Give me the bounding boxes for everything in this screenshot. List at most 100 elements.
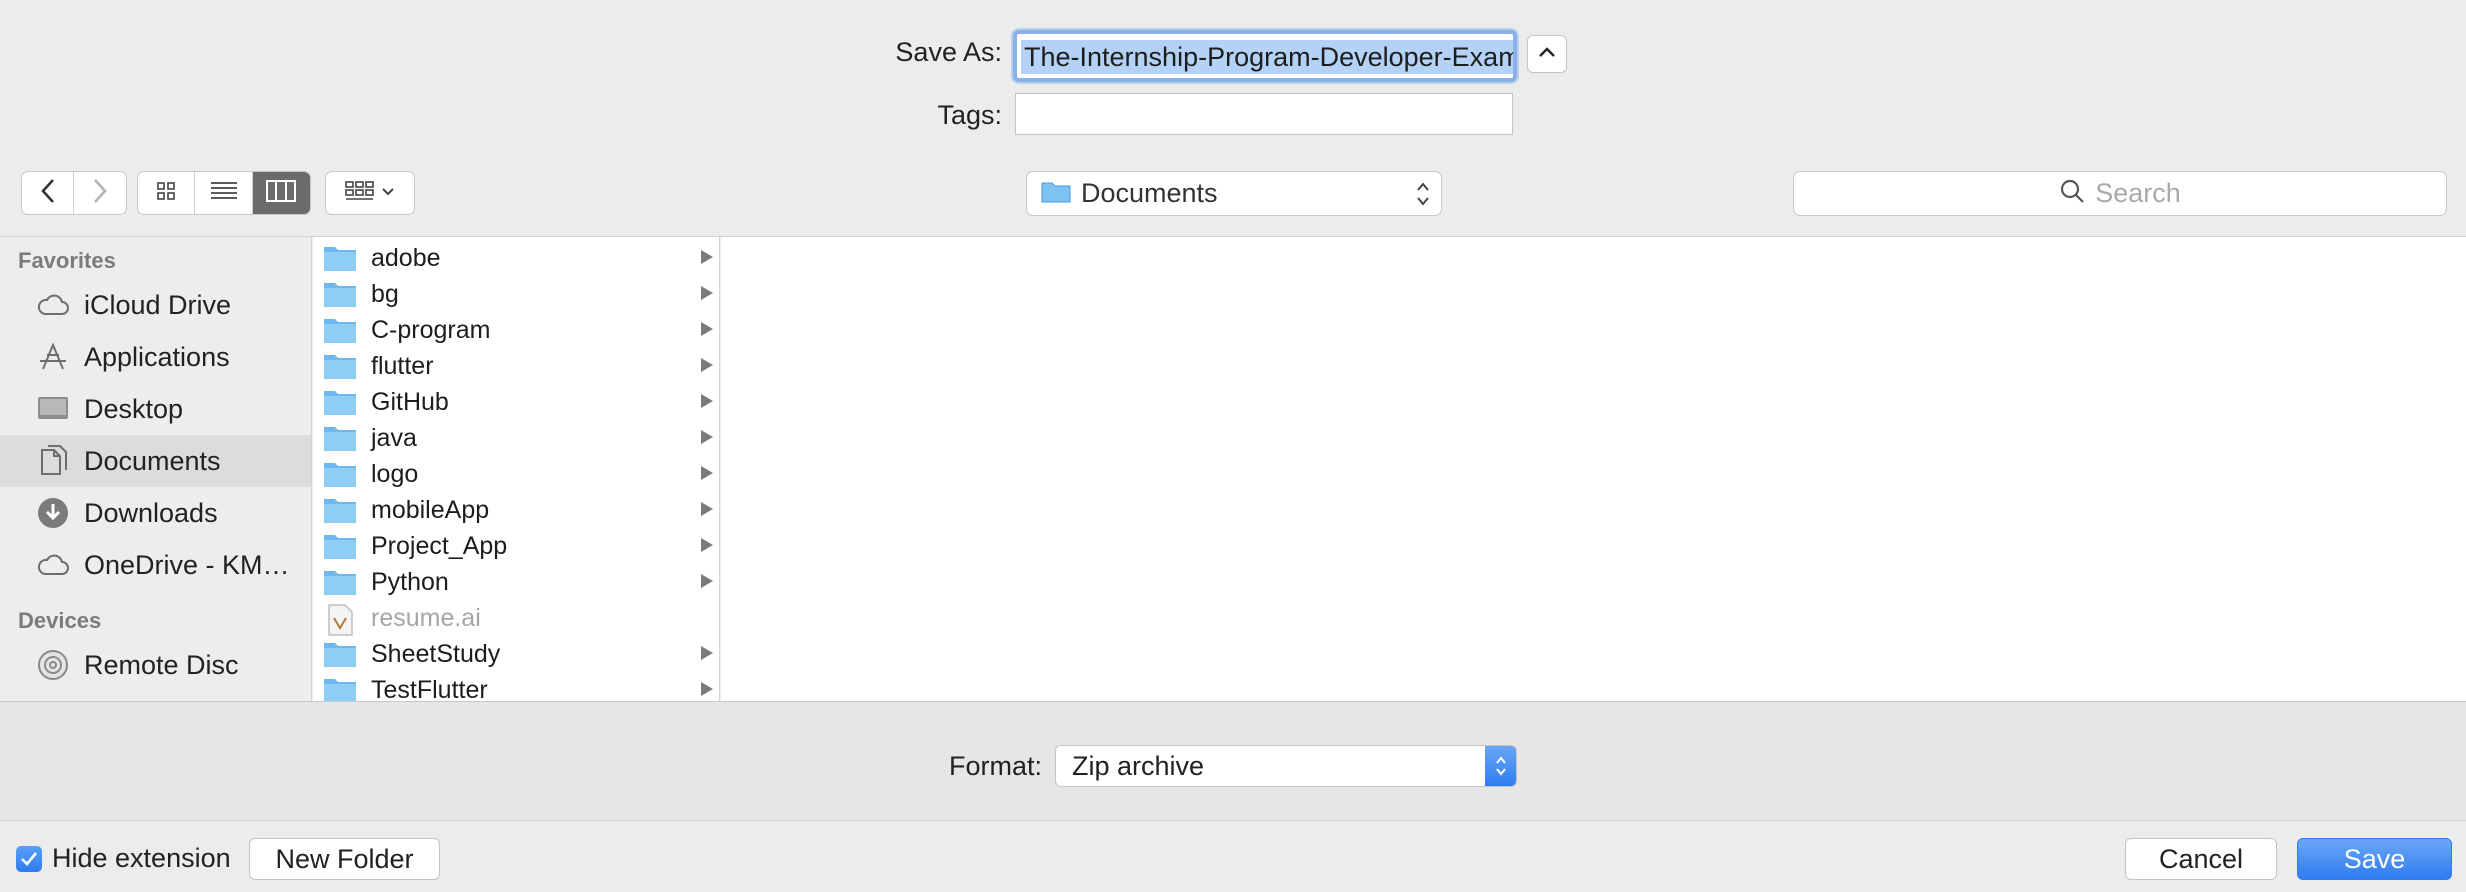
- chevron-left-icon: [40, 178, 56, 209]
- folder-icon: [323, 280, 357, 308]
- hide-extension-checkbox[interactable]: [16, 843, 42, 874]
- sidebar-item-icloud-drive[interactable]: iCloud Drive: [0, 279, 311, 331]
- file-name: TestFlutter: [371, 675, 488, 703]
- folder-row[interactable]: bg: [313, 276, 719, 312]
- file-name: SheetStudy: [371, 639, 501, 668]
- location-label: Documents: [1081, 178, 1218, 208]
- sidebar-item-label: Applications: [84, 341, 230, 372]
- empty-column: [721, 237, 2466, 702]
- folder-icon: [323, 640, 357, 668]
- downloads-icon: [34, 494, 72, 532]
- disclosure-arrow-icon: [701, 322, 713, 336]
- column-view-button[interactable]: [252, 172, 310, 214]
- folder-row[interactable]: GitHub: [313, 384, 719, 420]
- sidebar-item-downloads[interactable]: Downloads: [0, 487, 311, 539]
- sidebar-item-onedrive-km[interactable]: OneDrive - KM…: [0, 539, 311, 591]
- cancel-button[interactable]: Cancel: [2125, 838, 2277, 880]
- sidebar-section-devices: Devices: [18, 608, 102, 633]
- hide-extension-option[interactable]: Hide extension: [16, 843, 231, 874]
- folder-icon: [323, 496, 357, 524]
- group-by-button[interactable]: [325, 171, 415, 215]
- disclosure-arrow-icon: [701, 538, 713, 552]
- file-name: C-program: [371, 315, 491, 344]
- sidebar-item-label: Desktop: [84, 393, 184, 424]
- save-as-value[interactable]: The-Internship-Program-Developer-Exam: [1021, 40, 1513, 74]
- divider: [0, 820, 2466, 821]
- folder-icon: [323, 424, 357, 452]
- file-column: adobe bg C-program flutter GitHub java logo mob…: [313, 237, 720, 702]
- folder-icon: [1041, 179, 1071, 208]
- file-name: Project_App: [371, 531, 508, 560]
- columns-icon: [266, 179, 297, 207]
- save-button[interactable]: Save: [2297, 838, 2452, 880]
- folder-icon: [323, 244, 357, 272]
- search-placeholder: Search: [2095, 178, 2181, 208]
- hide-extension-label: Hide extension: [52, 843, 231, 873]
- folder-icon: [323, 676, 357, 702]
- sidebar-item-documents[interactable]: Documents: [0, 435, 311, 487]
- format-value: Zip archive: [1072, 750, 1205, 781]
- icon-view-button[interactable]: [138, 172, 196, 214]
- disclosure-arrow-icon: [701, 250, 713, 264]
- sidebar-item-label: Downloads: [84, 497, 218, 528]
- sidebar-item-label: Remote Disc: [84, 649, 239, 680]
- chevron-up-icon: [1538, 45, 1556, 63]
- folder-row[interactable]: flutter: [313, 348, 719, 384]
- sidebar-item-label: iCloud Drive: [84, 289, 232, 320]
- file-name: Python: [371, 567, 449, 596]
- file-name: adobe: [371, 243, 441, 272]
- folder-icon: [323, 352, 357, 380]
- chevron-down-icon: [381, 184, 395, 202]
- applications-icon: [34, 338, 72, 376]
- checkmark-icon: [20, 843, 38, 874]
- file-name: flutter: [371, 351, 434, 380]
- file-name: java: [371, 423, 417, 452]
- collapse-dialog-button[interactable]: [1527, 35, 1567, 73]
- sidebar-item-desktop[interactable]: Desktop: [0, 383, 311, 435]
- tags-field[interactable]: [1015, 93, 1513, 135]
- list-icon: [210, 180, 238, 207]
- sidebar-section-favorites: Favorites: [18, 248, 116, 273]
- folder-icon: [323, 316, 357, 344]
- save-as-field[interactable]: The-Internship-Program-Developer-Exam: [1013, 30, 1517, 82]
- grid-arrange-icon: [345, 180, 375, 207]
- disclosure-arrow-icon: [701, 430, 713, 444]
- file-name: bg: [371, 279, 399, 308]
- sidebar-item-label: OneDrive - KM…: [84, 549, 290, 580]
- folder-icon: [323, 388, 357, 416]
- disclosure-arrow-icon: [701, 502, 713, 516]
- folder-row[interactable]: mobileApp: [313, 492, 719, 528]
- file-name: GitHub: [371, 387, 449, 416]
- format-select[interactable]: Zip archive: [1055, 745, 1517, 787]
- view-mode-buttons: [137, 171, 311, 215]
- folder-icon: [323, 532, 357, 560]
- back-button[interactable]: [22, 172, 74, 214]
- format-label: Format:: [948, 751, 1042, 781]
- folder-row[interactable]: Project_App: [313, 528, 719, 564]
- folder-icon: [323, 568, 357, 596]
- folder-row[interactable]: java: [313, 420, 719, 456]
- save-as-label: Save As:: [895, 37, 1002, 67]
- disclosure-arrow-icon: [701, 286, 713, 300]
- folder-row[interactable]: C-program: [313, 312, 719, 348]
- search-field[interactable]: Search: [1793, 171, 2447, 216]
- folder-row[interactable]: logo: [313, 456, 719, 492]
- list-view-button[interactable]: [195, 172, 253, 214]
- folder-row[interactable]: SheetStudy: [313, 636, 719, 672]
- new-folder-button[interactable]: New Folder: [249, 838, 440, 880]
- file-name: logo: [371, 459, 419, 488]
- disc-icon: [34, 646, 72, 684]
- sidebar-item-applications[interactable]: Applications: [0, 331, 311, 383]
- desktop-icon: [34, 390, 72, 428]
- folder-row[interactable]: Python: [313, 564, 719, 600]
- forward-button[interactable]: [74, 172, 126, 214]
- disclosure-arrow-icon: [701, 358, 713, 372]
- disclosure-arrow-icon: [701, 574, 713, 588]
- folder-row[interactable]: TestFlutter: [313, 672, 719, 702]
- sidebar-item-remote-disc[interactable]: Remote Disc: [0, 639, 311, 691]
- file-row[interactable]: resume.ai: [313, 600, 719, 636]
- file-name: mobileApp: [371, 495, 490, 524]
- location-popup[interactable]: Documents: [1026, 171, 1442, 216]
- folder-icon: [323, 460, 357, 488]
- folder-row[interactable]: adobe: [313, 240, 719, 276]
